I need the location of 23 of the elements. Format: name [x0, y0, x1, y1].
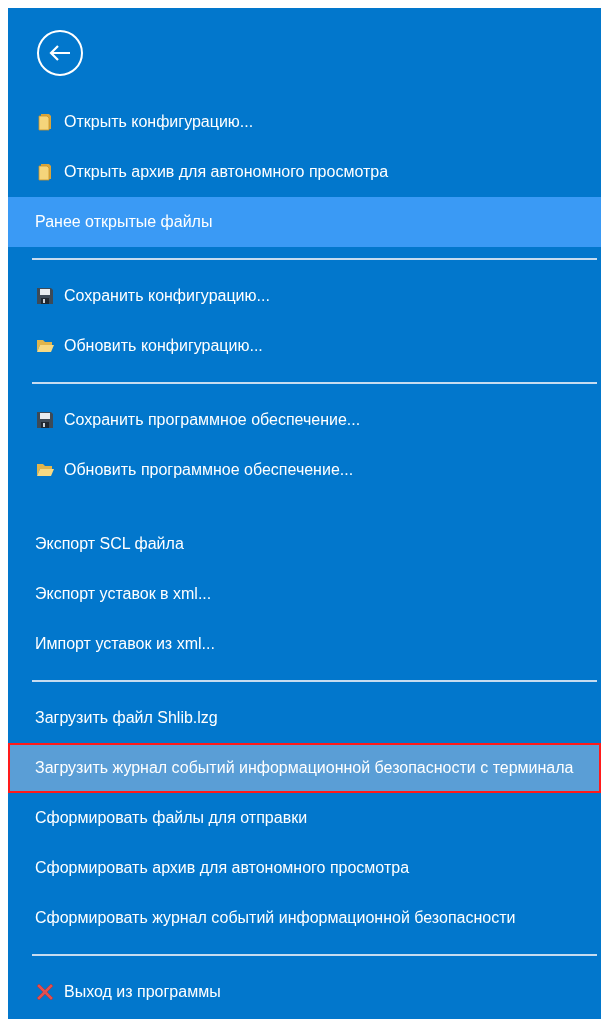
menu-item[interactable]: Сформировать журнал событий информационной безопасности [8, 893, 601, 943]
menu-item[interactable]: Загрузить файл Shlib.lzg [8, 693, 601, 743]
open-folder-icon [36, 463, 54, 477]
back-button[interactable] [37, 29, 83, 76]
menu-item[interactable]: Сохранить конфигурацию... [8, 271, 601, 321]
menu-item[interactable]: Сформировать файлы для отправки [8, 793, 601, 843]
menu-item[interactable]: Обновить программное обеспечение... [8, 445, 601, 495]
menu-item[interactable]: Выход из программы [8, 967, 601, 1017]
menu-item[interactable]: Экспорт SCL файла [8, 519, 601, 569]
menu-item[interactable]: Сохранить программное обеспечение... [8, 395, 601, 445]
menu-item[interactable]: Сформировать архив для автономного просмотра [8, 843, 601, 893]
menu-item[interactable]: Обновить конфигурацию... [8, 321, 601, 371]
menu-item[interactable]: Импорт уставок из xml... [8, 619, 601, 669]
document-folder-icon [38, 113, 52, 131]
close-icon [36, 983, 54, 1001]
menu-item[interactable]: Загрузить журнал событий информационной безопасности с терминала [8, 743, 601, 793]
menu-item[interactable]: Экспорт уставок в xml... [8, 569, 601, 619]
menu-item[interactable]: Ранее открытые файлы [8, 197, 601, 247]
menu-item[interactable]: Открыть конфигурацию... [8, 97, 601, 147]
open-folder-icon [36, 339, 54, 353]
document-folder-icon [38, 163, 52, 181]
back-arrow-icon [48, 43, 72, 62]
menu-item[interactable]: Открыть архив для автономного просмотра [8, 147, 601, 197]
